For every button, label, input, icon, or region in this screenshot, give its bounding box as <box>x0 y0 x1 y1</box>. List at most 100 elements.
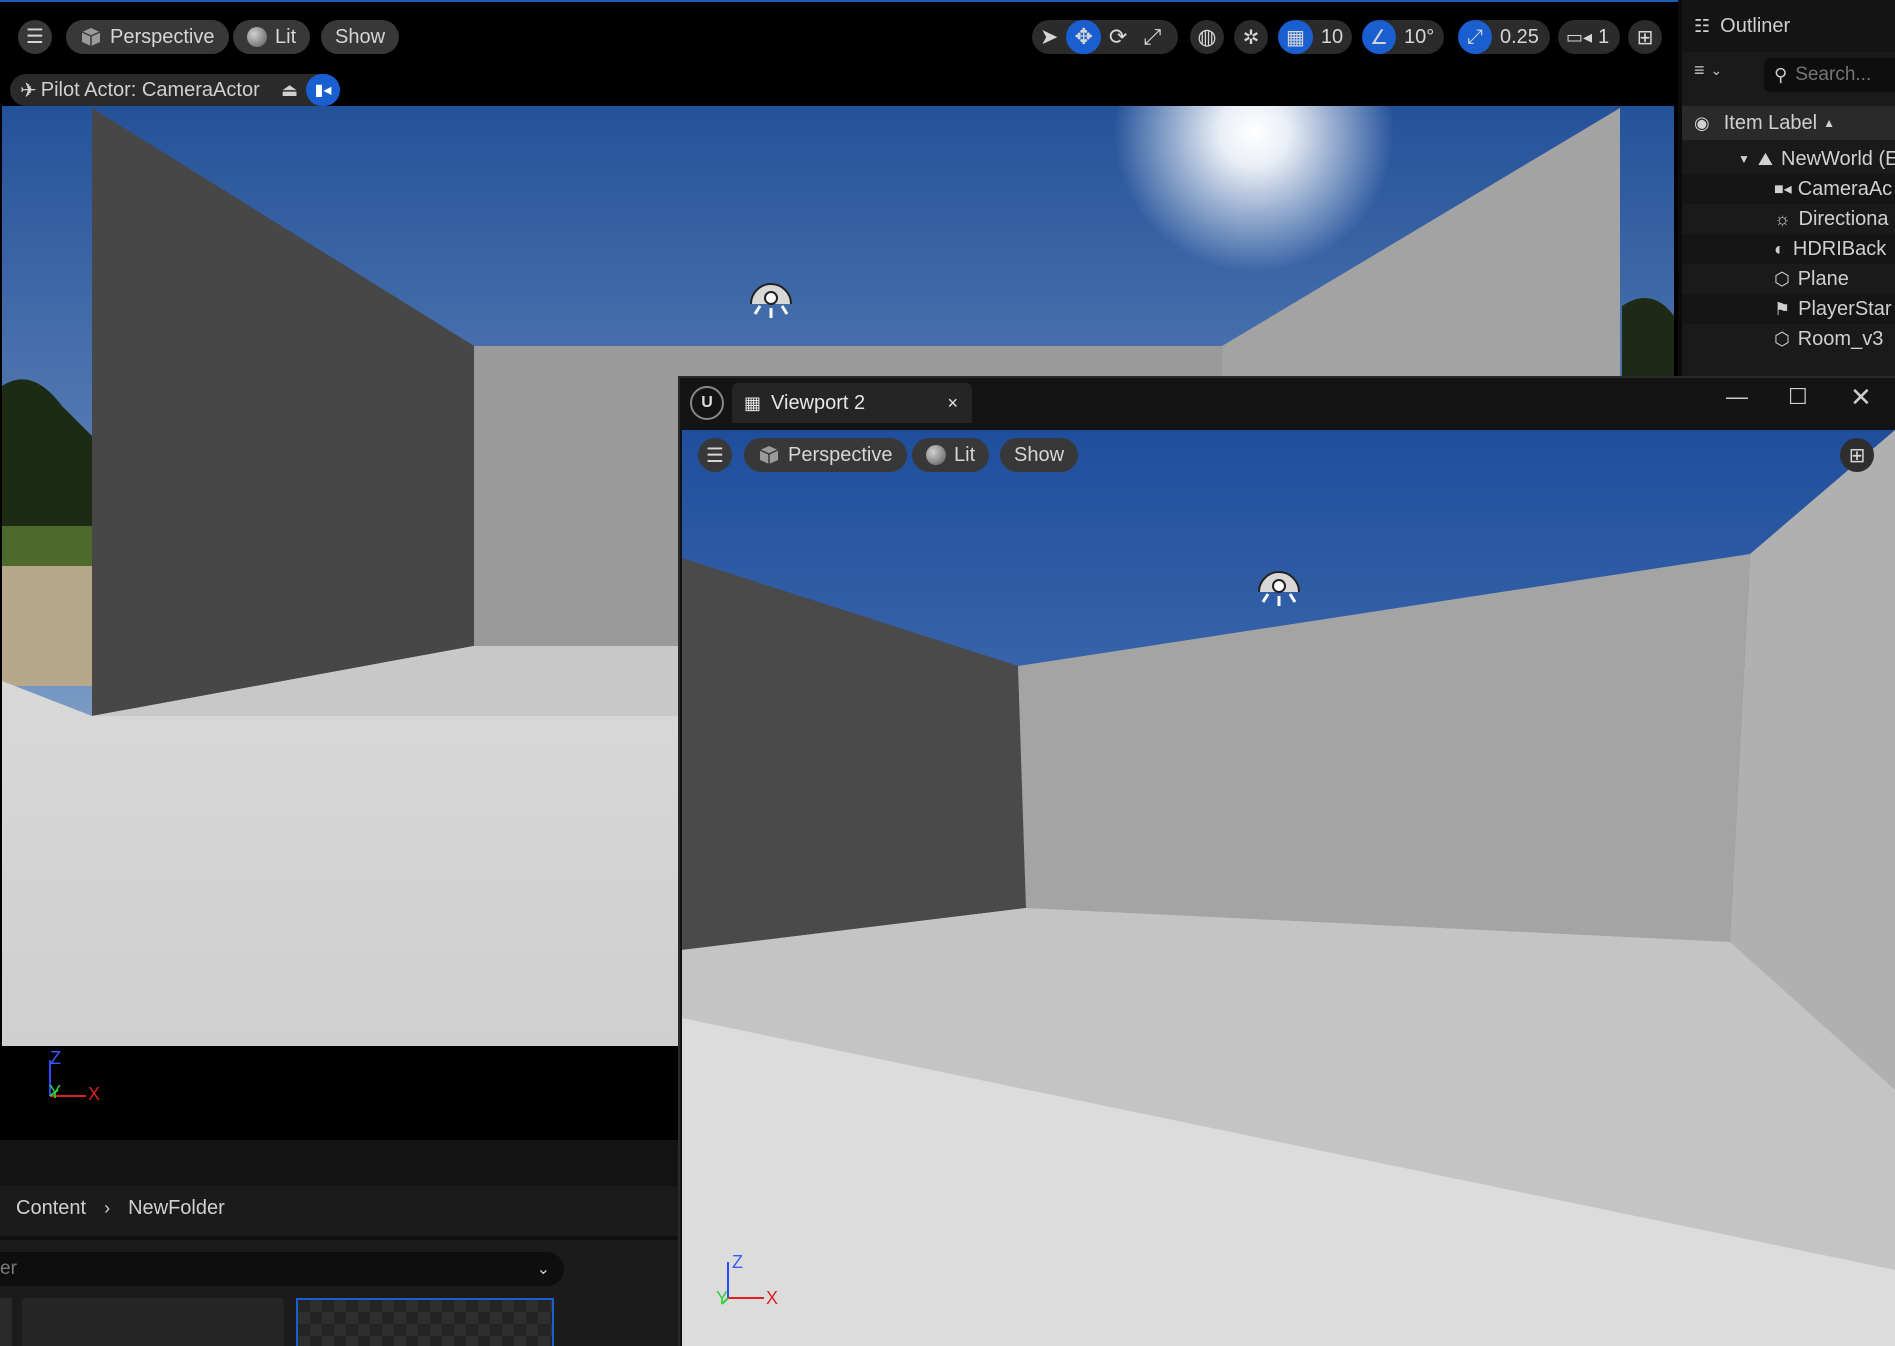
asset-tile[interactable] <box>22 1298 284 1346</box>
outliner-item-cameraactor[interactable]: ■◂ CameraAc <box>1682 174 1895 204</box>
scale-tool-button[interactable]: ⤢ <box>1135 20 1169 54</box>
outliner-item-label: CameraAc <box>1797 177 1893 200</box>
camera-view-button[interactable]: ▮◂ <box>306 74 340 106</box>
content-browser-toolbar <box>0 1140 680 1186</box>
outliner-title: Outliner <box>1720 14 1791 37</box>
viewport2-menu-button[interactable]: ☰ <box>698 438 732 472</box>
camera-speed-group[interactable]: ▭◂ 1 <box>1558 20 1620 54</box>
sort-ascending-icon: ▲ <box>1823 116 1835 130</box>
lighting-mode-button[interactable]: Lit <box>233 20 311 54</box>
close-window-icon[interactable]: ✕ <box>1850 382 1872 413</box>
outliner-filter-button[interactable]: ≡ ⌄ <box>1694 60 1722 81</box>
pilot-icon: ✈ <box>20 79 37 102</box>
outliner-item-label: Room_v3 <box>1797 327 1884 350</box>
eject-icon[interactable]: ⏏ <box>281 80 298 101</box>
breadcrumb-content[interactable]: Content <box>16 1197 86 1220</box>
outliner-item-plane[interactable]: ⬡ Plane <box>1682 264 1895 294</box>
viewport2-window[interactable]: U ▦ Viewport 2 × — ☐ ✕ ☰ Perspective Lit… <box>678 376 1895 1346</box>
outliner-item-directional-light[interactable]: ☼ Directiona <box>1682 204 1895 234</box>
axis-y-label: Y <box>49 1082 62 1102</box>
viewport2-layout-button[interactable]: ⊞ <box>1840 438 1874 472</box>
outliner-item-label: Plane <box>1797 267 1849 290</box>
outliner-item-hdri[interactable]: ◐ HDRIBack <box>1682 234 1895 264</box>
angle-icon: ∠ <box>1370 26 1388 49</box>
grid-snap-toggle[interactable]: ▦ <box>1278 20 1313 54</box>
grid-snap-group[interactable]: ▦ 10 <box>1278 20 1352 54</box>
breadcrumb-newfolder[interactable]: NewFolder <box>128 1197 225 1220</box>
pilot-actor-bar: ✈ Pilot Actor: CameraActor ⏏ ▮◂ <box>10 74 340 106</box>
camera-icon: ■◂ <box>1774 181 1792 198</box>
outliner-item-newworld[interactable]: ▼ ⛰ NewWorld (E <box>1682 144 1895 174</box>
outliner-header: ☷ Outliner <box>1682 0 1895 52</box>
translate-tool-button[interactable]: ✥ <box>1066 20 1101 54</box>
content-filter-dropdown[interactable]: er ⌄ <box>0 1252 564 1286</box>
surface-snap-icon: ✲ <box>1242 26 1260 49</box>
outliner-search[interactable]: ⚲ <box>1764 58 1895 92</box>
view-mode-button[interactable]: Perspective <box>66 20 229 54</box>
lighting-mode-label: Lit <box>275 25 297 48</box>
scale-snap-value[interactable]: 0.25 <box>1492 20 1547 54</box>
outliner-item-label: NewWorld (E <box>1781 147 1895 170</box>
outliner-item-playerstart[interactable]: ⚑ PlayerStar <box>1682 294 1895 324</box>
axis-x-label: X <box>88 1084 101 1104</box>
close-tab-icon[interactable]: × <box>947 393 958 414</box>
light-actor-icon[interactable] <box>1254 560 1304 610</box>
outliner-column-header[interactable]: ◉ Item Label ▲ <box>1682 106 1895 140</box>
pilot-actor-label: Pilot Actor: CameraActor <box>40 78 260 101</box>
globe-icon: ◍ <box>1197 24 1217 49</box>
scale-snap-toggle[interactable]: ⤢ <box>1458 20 1492 54</box>
expand-arrow-icon[interactable]: ▼ <box>1738 152 1750 166</box>
mesh-icon: ⬡ <box>1774 268 1790 289</box>
rotation-snap-toggle[interactable]: ∠ <box>1362 20 1396 54</box>
light-actor-icon[interactable] <box>746 272 796 322</box>
camera-speed-button[interactable]: ▭◂ 1 <box>1558 20 1617 54</box>
camera-speed-value: 1 <box>1598 25 1610 48</box>
scale-arrow-icon: ⤢ <box>1467 25 1483 48</box>
world-icon: ⛰ <box>1757 148 1774 169</box>
grid-snap-value[interactable]: 10 <box>1313 20 1351 54</box>
axis-x-label: X <box>766 1288 779 1308</box>
content-filter-text: er <box>0 1258 17 1279</box>
viewport2-lighting-button[interactable]: Lit <box>912 438 990 472</box>
outliner-item-label: Directiona <box>1798 207 1889 230</box>
minimize-icon[interactable]: — <box>1726 384 1748 410</box>
outliner-search-input[interactable] <box>1795 64 1895 86</box>
select-tool-button[interactable]: ➤ <box>1032 20 1066 54</box>
asset-tile[interactable] <box>0 1298 12 1346</box>
view-mode-label: Perspective <box>110 25 215 48</box>
viewport-tab-icon: ▦ <box>744 392 762 413</box>
viewport-menu-button[interactable]: ☰ <box>18 20 52 54</box>
layout-button[interactable]: ⊞ <box>1628 20 1662 54</box>
viewport2-titlebar[interactable]: U ▦ Viewport 2 × — ☐ ✕ <box>680 378 1895 428</box>
scale-icon: ⤢ <box>1143 24 1162 49</box>
viewport2-scene[interactable] <box>682 430 1895 1346</box>
viewport2-view-mode-button[interactable]: Perspective <box>744 438 907 472</box>
show-label: Show <box>335 25 386 48</box>
layout-grid-icon: ⊞ <box>1636 26 1654 49</box>
asset-tile-selected[interactable] <box>296 1298 554 1346</box>
viewport2-tab[interactable]: ▦ Viewport 2 × <box>732 383 972 423</box>
show-button[interactable]: Show <box>321 20 400 54</box>
eye-icon[interactable]: ◉ <box>1694 113 1710 134</box>
axis-z-label: Z <box>50 1048 61 1068</box>
rotate-tool-button[interactable]: ⟳ <box>1101 20 1135 54</box>
rotation-snap-group[interactable]: ∠ 10° <box>1362 20 1444 54</box>
lighting-mode-label: Lit <box>954 443 976 466</box>
scale-snap-group[interactable]: ⤢ 0.25 <box>1458 20 1550 54</box>
transform-tools: ➤ ✥ ⟳ ⤢ <box>1032 20 1178 54</box>
maximize-icon[interactable]: ☐ <box>1788 384 1808 410</box>
filter-icon: ≡ <box>1694 60 1705 80</box>
rotation-snap-value[interactable]: 10° <box>1396 20 1442 54</box>
rotate-icon: ⟳ <box>1108 24 1128 49</box>
outliner-panel: ☷ Outliner ≡ ⌄ ⚲ ◉ Item Label ▲ ▼ ⛰ NewW… <box>1678 0 1895 380</box>
directional-light-icon: ☼ <box>1774 208 1791 229</box>
axis-z-label: Z <box>732 1252 743 1272</box>
item-label-column[interactable]: Item Label <box>1724 112 1817 135</box>
world-space-button[interactable]: ◍ <box>1190 20 1224 54</box>
hamburger-icon: ☰ <box>706 444 724 467</box>
layout-grid-icon: ⊞ <box>1848 444 1866 467</box>
cube-icon <box>81 28 101 46</box>
surface-snap-button[interactable]: ✲ <box>1234 20 1268 54</box>
viewport2-show-button[interactable]: Show <box>1000 438 1079 472</box>
outliner-item-room[interactable]: ⬡ Room_v3 <box>1682 324 1895 354</box>
